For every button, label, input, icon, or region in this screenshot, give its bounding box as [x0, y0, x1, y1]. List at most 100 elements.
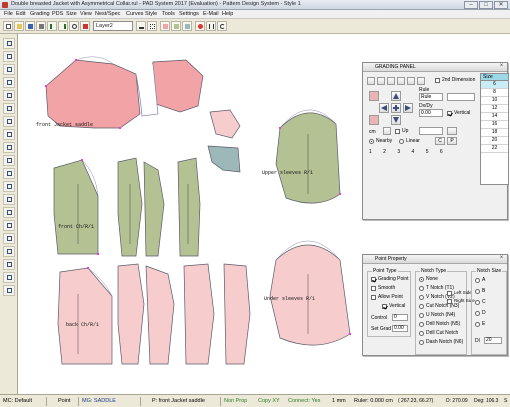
menu-help[interactable]: Help [222, 11, 233, 17]
menu-curves[interactable]: Curves [126, 11, 143, 17]
minimize-button[interactable]: – [464, 1, 478, 9]
split-tool-icon[interactable] [3, 142, 15, 153]
right-side-checkbox[interactable] [447, 299, 452, 304]
layer-select[interactable]: Layer2 [93, 21, 133, 31]
open-icon[interactable] [14, 21, 24, 31]
menu-size[interactable]: Size [66, 11, 77, 17]
arrow-right-icon[interactable] [403, 103, 413, 113]
depth-input[interactable]: 20 [484, 337, 502, 344]
menu-tools[interactable]: Tools [162, 11, 175, 17]
grade-pink-icon-2[interactable] [369, 115, 379, 125]
point-tool-icon[interactable] [3, 51, 15, 62]
grain-tool-icon[interactable] [3, 220, 15, 231]
left-side-checkbox[interactable] [447, 291, 452, 296]
notch-drill-radio[interactable] [419, 322, 424, 327]
menu-pds[interactable]: PDS [52, 11, 63, 17]
arrow-left-icon[interactable] [379, 103, 389, 113]
print-icon[interactable] [36, 21, 46, 31]
grade-value-box[interactable] [419, 127, 443, 135]
delete-tool-icon[interactable] [3, 285, 15, 296]
size-row[interactable]: 8 [481, 89, 508, 97]
rotate-tool-icon[interactable] [3, 181, 15, 192]
select-tool-icon[interactable] [3, 38, 15, 49]
notch-t-radio[interactable] [419, 286, 424, 291]
menu-style[interactable]: Style [145, 11, 157, 17]
trace-tool-icon[interactable] [3, 272, 15, 283]
control-input[interactable]: 0 [392, 314, 408, 321]
marker-icon[interactable] [182, 21, 192, 31]
menu-email[interactable]: E-Mail [203, 11, 219, 17]
offset-tool-icon[interactable] [3, 259, 15, 270]
line-tool-icon[interactable] [3, 64, 15, 75]
delta-input[interactable]: 0.00 [419, 109, 443, 117]
size-row[interactable]: 22 [481, 145, 508, 153]
second-dimension-checkbox[interactable] [435, 78, 440, 83]
paste-button[interactable]: P [447, 137, 457, 145]
menu-view[interactable]: View [80, 11, 92, 17]
grade-option-icon[interactable] [383, 127, 391, 135]
menu-settings[interactable]: Settings [179, 11, 199, 17]
notch-size-a-radio[interactable] [475, 278, 480, 283]
rule-select[interactable]: Rule [419, 93, 443, 101]
grade-up-icon[interactable] [377, 77, 385, 85]
redo-icon[interactable] [58, 21, 68, 31]
grade-up-left-icon[interactable] [367, 77, 375, 85]
notch-drill-cut-radio[interactable] [419, 331, 424, 336]
size-row[interactable]: 18 [481, 129, 508, 137]
save-icon[interactable] [25, 21, 35, 31]
tab-1[interactable]: 1 [369, 149, 377, 155]
notch-size-b-radio[interactable] [475, 289, 480, 294]
size-row[interactable]: 16 [481, 121, 508, 129]
point-property-close-icon[interactable]: × [498, 255, 505, 262]
notch-size-d-radio[interactable] [475, 311, 480, 316]
point-vertical-checkbox[interactable] [382, 304, 387, 309]
tab-5[interactable]: 5 [426, 149, 434, 155]
undo-icon[interactable] [47, 21, 57, 31]
size-row[interactable]: 20 [481, 137, 508, 145]
menu-nest-spec[interactable]: Nest/Spec [95, 11, 120, 17]
allow-point-checkbox[interactable] [371, 295, 376, 300]
pan-icon[interactable] [80, 21, 90, 31]
tab-2[interactable]: 2 [383, 149, 391, 155]
grid-icon[interactable] [147, 21, 157, 31]
set-grad-input[interactable]: 0.00 [392, 325, 408, 332]
piece-icon[interactable] [160, 21, 170, 31]
menu-grading[interactable]: Grading [30, 11, 50, 17]
smooth-checkbox[interactable] [371, 286, 376, 291]
maximize-button[interactable]: □ [479, 1, 493, 9]
horizontal-input[interactable] [447, 93, 475, 101]
grade-dropdown-icon[interactable] [447, 127, 457, 135]
menu-file[interactable]: File [4, 11, 13, 17]
rotate-icon[interactable] [217, 21, 227, 31]
tab-6[interactable]: 6 [440, 149, 448, 155]
notch-dash-radio[interactable] [419, 340, 424, 345]
up-checkbox[interactable] [395, 129, 400, 134]
notch-none-radio[interactable] [419, 277, 424, 282]
notch-size-c-radio[interactable] [475, 300, 480, 305]
grade-pink-icon[interactable] [369, 91, 379, 101]
color-icon[interactable] [195, 21, 205, 31]
grade-up-right-icon[interactable] [387, 77, 395, 85]
new-icon[interactable] [3, 21, 13, 31]
size-row[interactable]: 6 [481, 81, 508, 89]
mirror-tool-icon[interactable] [3, 168, 15, 179]
arrow-up-icon[interactable] [391, 91, 401, 101]
mirror-icon[interactable] [206, 21, 216, 31]
size-row[interactable]: 10 [481, 97, 508, 105]
measure-icon[interactable] [136, 21, 146, 31]
tab-3[interactable]: 3 [397, 149, 405, 155]
copy-button[interactable]: C [435, 137, 445, 145]
linear-radio[interactable] [399, 139, 404, 144]
pleat-tool-icon[interactable] [3, 129, 15, 140]
join-tool-icon[interactable] [3, 155, 15, 166]
grade-center-icon[interactable] [391, 103, 401, 113]
nearby-radio[interactable] [369, 139, 374, 144]
dart-tool-icon[interactable] [3, 116, 15, 127]
vertical-checkbox[interactable] [447, 111, 452, 116]
text-tool-icon[interactable] [3, 233, 15, 244]
zoom-icon[interactable] [69, 21, 79, 31]
grade-copy-icon[interactable] [407, 77, 415, 85]
close-button[interactable]: ✕ [494, 1, 508, 9]
size-list[interactable]: Size 6 8 10 12 14 16 18 20 22 [480, 73, 509, 185]
notch-cut-radio[interactable] [419, 304, 424, 309]
